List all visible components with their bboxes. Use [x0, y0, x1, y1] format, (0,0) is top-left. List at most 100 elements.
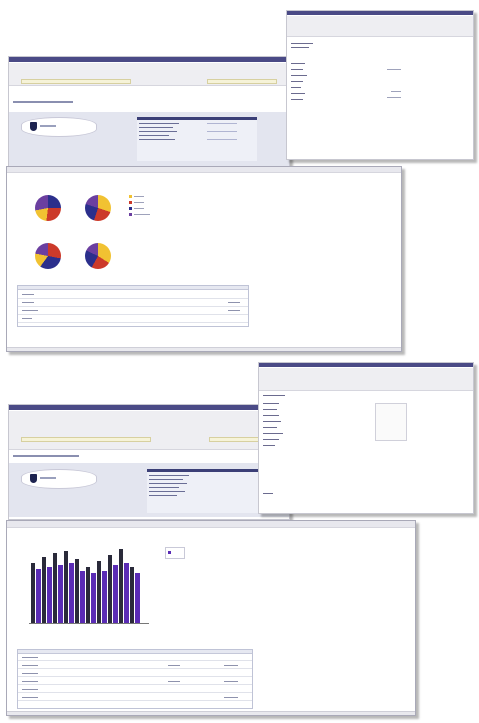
side-nav-item[interactable]	[263, 493, 273, 494]
info-row	[139, 139, 175, 140]
pie-chart-1	[35, 195, 61, 221]
legend-swatch	[129, 207, 132, 210]
table-header	[18, 286, 248, 290]
chart-axis	[29, 623, 149, 624]
side-nav-item[interactable]	[291, 69, 303, 70]
info-row	[139, 131, 177, 132]
info-value	[207, 139, 237, 140]
info-row	[149, 491, 185, 492]
bar	[97, 561, 101, 623]
table-row	[18, 684, 252, 685]
table-cell	[228, 310, 240, 311]
table-row	[18, 700, 252, 701]
info-row	[149, 479, 183, 480]
legend-swatch	[129, 213, 132, 216]
side-nav-item[interactable]	[263, 421, 281, 422]
bottom-report-statusbar	[7, 711, 415, 715]
info-card-header	[147, 469, 263, 472]
table-cell	[168, 681, 180, 682]
bar	[42, 557, 46, 623]
bottom-main-toolbar	[9, 411, 289, 450]
side-nav-item[interactable]	[291, 81, 303, 82]
top-side-toolbar	[287, 16, 473, 37]
info-card-header	[137, 117, 257, 120]
side-nav-item[interactable]	[263, 445, 275, 446]
bottom-main-breadcrumb[interactable]	[13, 455, 79, 457]
side-nav-item[interactable]	[291, 93, 305, 94]
top-data-table	[17, 285, 249, 327]
table-cell	[22, 689, 38, 690]
info-row	[139, 127, 173, 128]
table-cell	[22, 294, 34, 295]
bar	[53, 553, 57, 623]
table-row	[18, 306, 248, 307]
legend-label	[134, 202, 144, 203]
bar	[80, 571, 85, 623]
bar	[47, 567, 52, 623]
legend-label	[134, 214, 150, 215]
top-report-toolbar	[7, 167, 401, 173]
bar-legend	[165, 547, 185, 559]
bar-chart	[21, 549, 153, 629]
top-main-breadcrumb[interactable]	[13, 101, 73, 103]
side-nav-item[interactable]	[263, 415, 279, 416]
bottom-main-info-card	[147, 469, 263, 513]
bar	[119, 549, 123, 623]
table-row	[18, 676, 252, 677]
side-nav-item[interactable]	[291, 87, 301, 88]
bottom-side-toolbar	[259, 368, 473, 391]
table-cell	[22, 681, 38, 682]
table-row	[18, 668, 252, 669]
bottom-report-panel	[6, 520, 416, 716]
top-main-address-field[interactable]	[21, 79, 131, 84]
table-header	[18, 650, 252, 654]
bottom-side-titlebar	[259, 363, 473, 367]
top-main-titlebar	[9, 57, 289, 62]
bottom-report-toolbar	[7, 521, 415, 528]
pie-chart-3	[35, 243, 61, 269]
bar	[58, 565, 63, 623]
top-report-panel	[6, 166, 402, 352]
document-preview	[375, 403, 407, 441]
side-nav-item[interactable]	[263, 433, 283, 434]
bottom-data-table	[17, 649, 253, 709]
bottom-main-address-field[interactable]	[21, 437, 151, 442]
pie-chart-2	[85, 195, 111, 221]
legend-swatch	[129, 195, 132, 198]
info-row	[139, 123, 179, 124]
pie-legend	[127, 189, 171, 223]
side-nav-item[interactable]	[263, 409, 277, 410]
side-nav-item[interactable]	[291, 99, 303, 100]
bar	[86, 567, 90, 623]
info-row	[149, 495, 177, 496]
bottom-main-logo	[21, 469, 97, 489]
side-nav-item[interactable]	[291, 75, 307, 76]
legend-swatch	[129, 201, 132, 204]
bar	[36, 569, 41, 623]
table-row	[18, 298, 248, 299]
legend-swatch	[168, 551, 171, 554]
top-main-logo	[21, 117, 97, 137]
table-cell	[228, 302, 240, 303]
table-row	[18, 692, 252, 693]
side-nav-item[interactable]	[263, 395, 285, 396]
side-nav-item[interactable]	[291, 47, 309, 48]
top-side-window	[286, 10, 474, 160]
info-row	[149, 483, 187, 484]
bar	[124, 563, 129, 623]
table-cell	[224, 681, 238, 682]
bar	[102, 571, 107, 623]
info-row	[139, 135, 169, 136]
shield-icon	[30, 474, 37, 483]
top-main-search-field[interactable]	[207, 79, 277, 84]
info-row	[149, 475, 189, 476]
side-nav-item[interactable]	[291, 63, 305, 64]
bottom-main-window	[8, 404, 290, 520]
side-nav-item[interactable]	[263, 439, 279, 440]
table-cell	[22, 318, 32, 319]
side-nav-item[interactable]	[263, 403, 279, 404]
side-nav-item[interactable]	[291, 43, 313, 44]
table-cell	[168, 665, 180, 666]
shield-icon	[30, 122, 37, 131]
side-nav-item[interactable]	[263, 427, 277, 428]
